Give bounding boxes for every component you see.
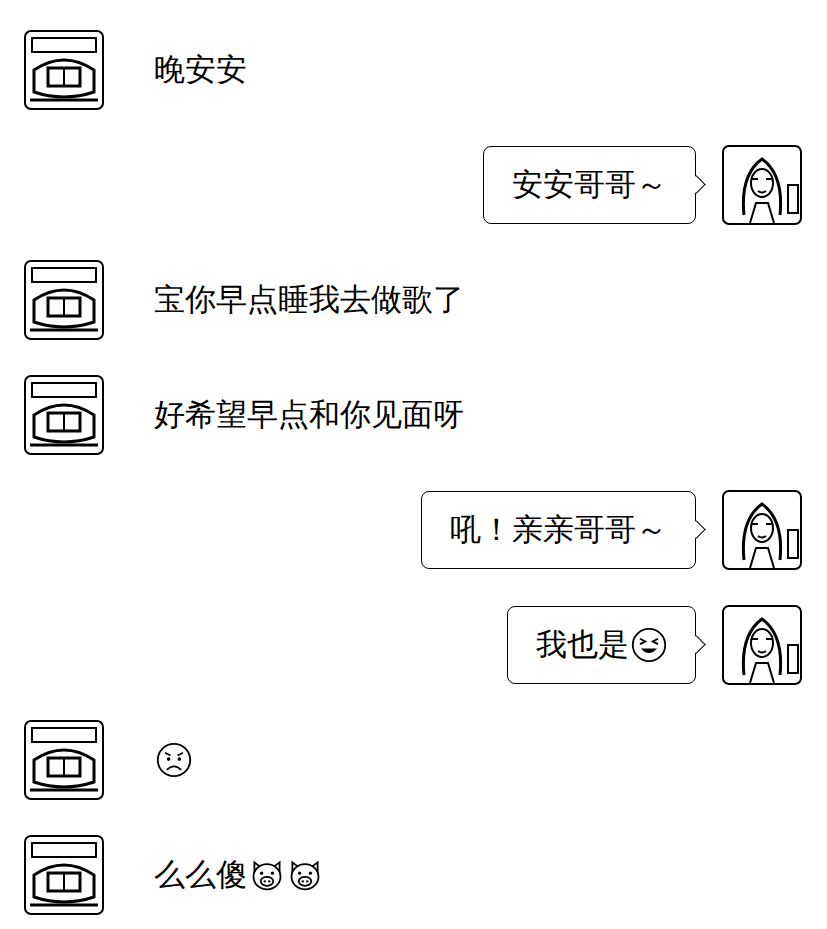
message-text [154,742,192,778]
message-row: 安安哥哥～ [24,145,802,225]
message-row: 么么傻 [24,835,802,915]
message-row: 晚安安 [24,30,802,110]
message-text-span: 好希望早点和你见面呀 [154,396,464,433]
message-text-span: 晚安安 [154,51,247,88]
message-text-span: 安安哥哥～ [512,166,667,203]
car-avatar-icon[interactable] [24,260,104,340]
message-text-span: 吼！亲亲哥哥～ [450,511,667,548]
laughing-face-icon [631,627,667,663]
message-bubble: 我也是 [507,606,696,684]
pig-face-icon [249,857,285,893]
message-text: 晚安安 [154,51,247,88]
message-text: 么么傻 [154,856,323,893]
girl-avatar-icon[interactable] [722,145,802,225]
car-avatar-icon[interactable] [24,720,104,800]
car-avatar-icon[interactable] [24,375,104,455]
message-row: 宝你早点睡我去做歌了 [24,260,802,340]
girl-avatar-icon[interactable] [722,490,802,570]
chat-view: 晚安安安安哥哥～ 宝你早点睡我去做歌了好希望早点和你见面呀吼！亲亲哥哥～ 我也是么么… [0,0,827,929]
message-text-span: 我也是 [536,626,629,663]
sad-face-icon [156,742,192,778]
message-text-span: 宝你早点睡我去做歌了 [154,281,464,318]
message-row: 我也是 [24,605,802,685]
message-text: 宝你早点睡我去做歌了 [154,281,464,318]
car-avatar-icon[interactable] [24,835,104,915]
message-text: 好希望早点和你见面呀 [154,396,464,433]
message-row [24,720,802,800]
pig-face-icon [287,857,323,893]
message-row: 吼！亲亲哥哥～ [24,490,802,570]
car-avatar-icon[interactable] [24,30,104,110]
message-bubble: 吼！亲亲哥哥～ [421,491,696,569]
message-row: 好希望早点和你见面呀 [24,375,802,455]
girl-avatar-icon[interactable] [722,605,802,685]
message-text-span: 么么傻 [154,856,247,893]
message-bubble: 安安哥哥～ [483,146,696,224]
